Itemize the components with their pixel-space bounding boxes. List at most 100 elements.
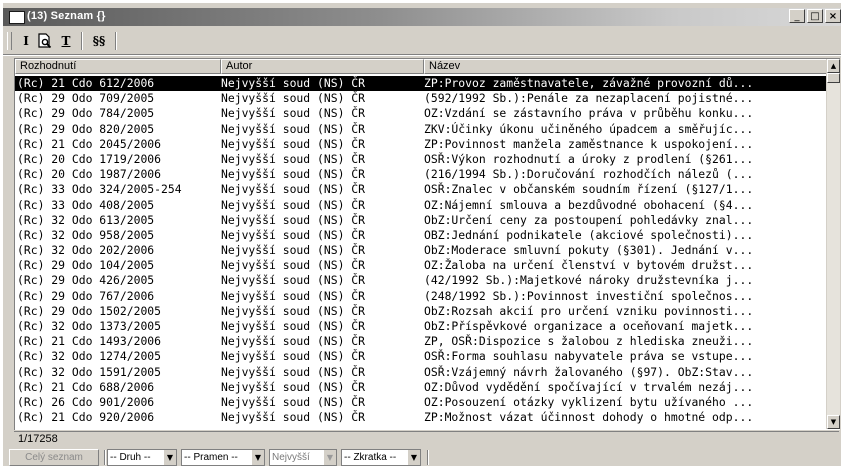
table-row[interactable]: (Rc) 32 Odo 1591/2005 Nejvyšší soud (NS) … <box>15 365 827 380</box>
cell-autor: Nejvyšší soud (NS) ČR <box>221 197 366 212</box>
toolbar-separator <box>81 32 83 50</box>
cell-rozhodnuti: (Rc) 32 Odo 202/2006 <box>17 243 155 258</box>
cell-nazev: ObZ:Rozsah akcií pro určení vzniku povin… <box>424 303 754 318</box>
table-row[interactable]: (Rc) 33 Odo 408/2005 Nejvyšší soud (NS) Č… <box>15 198 827 213</box>
table-row[interactable]: (Rc) 32 Odo 1274/2005 Nejvyšší soud (NS) … <box>15 349 827 364</box>
cell-rozhodnuti: (Rc) 33 Odo 324/2005-254 <box>17 182 182 197</box>
table-row[interactable]: (Rc) 29 Odo 1502/2005 Nejvyšší soud (NS) … <box>15 304 827 319</box>
cell-autor: Nejvyšší soud (NS) ČR <box>221 151 366 166</box>
decision-list[interactable]: Rozhodnutí Autor Název (Rc) 21 Cdo 612/2… <box>14 58 840 430</box>
table-row[interactable]: (Rc) 29 Odo 426/2005 Nejvyšší soud (NS) Č… <box>15 273 827 288</box>
chevron-down-icon[interactable]: ▼ <box>323 450 336 465</box>
cell-nazev: OZ:Posouzení otázky vyklizení bytu užíva… <box>424 394 754 409</box>
scroll-down-icon[interactable]: ▼ <box>827 415 840 429</box>
column-header-autor[interactable]: Autor <box>221 59 424 74</box>
minimize-button[interactable]: _ <box>789 9 805 23</box>
cell-rozhodnuti: (Rc) 21 Cdo 688/2006 <box>17 379 155 394</box>
info-tool-button[interactable]: I <box>17 32 35 50</box>
table-row[interactable]: (Rc) 29 Odo 709/2005 Nejvyšší soud (NS) Č… <box>15 91 827 106</box>
cell-rozhodnuti: (Rc) 32 Odo 1591/2005 <box>17 364 162 379</box>
chevron-down-icon[interactable]: ▼ <box>251 450 264 465</box>
author-select-value: Nejvyšší <box>272 452 310 463</box>
cell-autor: Nejvyšší soud (NS) ČR <box>221 136 366 151</box>
record-count: 1/17258 <box>14 431 839 445</box>
cell-rozhodnuti: (Rc) 29 Odo 426/2005 <box>17 273 155 288</box>
table-row[interactable]: (Rc) 29 Odo 784/2005 Nejvyšší soud (NS) Č… <box>15 106 827 121</box>
cell-rozhodnuti: (Rc) 29 Odo 767/2006 <box>17 288 155 303</box>
window-icon <box>9 11 25 24</box>
cell-nazev: OSŘ:Znalec v občanském soudním řízení (§… <box>424 182 754 197</box>
cell-nazev: ZP, OSŘ:Dispozice s žalobou z hlediska z… <box>424 334 754 349</box>
text-tool-button[interactable]: T <box>57 32 75 50</box>
cell-rozhodnuti: (Rc) 21 Cdo 2045/2006 <box>17 136 162 151</box>
table-row[interactable]: (Rc) 20 Cdo 1719/2006 Nejvyšší soud (NS) … <box>15 152 827 167</box>
toolbar-divider <box>3 54 841 56</box>
table-row[interactable]: (Rc) 21 Cdo 612/2006 Nejvyšší soud (NS) Č… <box>15 76 827 92</box>
cell-nazev: OBZ:Jednání podnikatele (akciové společn… <box>424 227 754 242</box>
table-row[interactable]: (Rc) 32 Odo 958/2005 Nejvyšší soud (NS) Č… <box>15 228 827 243</box>
cell-rozhodnuti: (Rc) 21 Cdo 612/2006 <box>17 76 155 90</box>
table-row[interactable]: (Rc) 20 Cdo 1987/2006 Nejvyšší soud (NS) … <box>15 167 827 182</box>
cell-rozhodnuti: (Rc) 21 Cdo 920/2006 <box>17 410 155 425</box>
cell-rozhodnuti: (Rc) 32 Odo 613/2005 <box>17 212 155 227</box>
table-row[interactable]: (Rc) 32 Odo 1373/2005 Nejvyšší soud (NS) … <box>15 319 827 334</box>
cell-autor: Nejvyšší soud (NS) ČR <box>221 212 366 227</box>
title-bar[interactable]: (13) Seznam {} _ □ × <box>3 8 841 26</box>
cell-nazev: OZ:Vzdání se zástavního práva v průběhu … <box>424 106 754 121</box>
table-row[interactable]: (Rc) 32 Odo 202/2006 Nejvyšší soud (NS) Č… <box>15 243 827 258</box>
cell-autor: Nejvyšší soud (NS) ČR <box>221 273 366 288</box>
table-row[interactable]: (Rc) 21 Cdo 1493/2006 Nejvyšší soud (NS) … <box>15 334 827 349</box>
cell-nazev: OZ:Nájemní smlouva a bezdůvodné obohacen… <box>424 197 754 212</box>
zkratka-select-value: -- Zkratka -- <box>344 452 397 463</box>
table-row[interactable]: (Rc) 33 Odo 324/2005-254 Nejvyšší soud (N… <box>15 182 827 197</box>
cell-nazev: ObZ:Příspěvkové organizace a oceňovaní m… <box>424 319 754 333</box>
cell-nazev: OZ:Důvod vydědění spočívající v trvalém … <box>424 379 754 394</box>
cell-rozhodnuti: (Rc) 32 Odo 1373/2005 <box>17 319 162 333</box>
cell-nazev: ObZ:Určení ceny za postoupení pohledávky… <box>424 212 754 227</box>
chevron-down-icon[interactable]: ▼ <box>163 450 176 465</box>
cell-rozhodnuti: (Rc) 21 Cdo 1493/2006 <box>17 334 162 349</box>
pramen-select[interactable]: -- Pramen -- ▼ <box>181 449 265 466</box>
search-document-icon[interactable] <box>36 32 54 50</box>
cell-autor: Nejvyšší soud (NS) ČR <box>221 121 366 136</box>
cell-nazev: ZP:Provoz zaměstnavatele, závažné provoz… <box>424 76 754 90</box>
cell-autor: Nejvyšší soud (NS) ČR <box>221 379 366 394</box>
cell-rozhodnuti: (Rc) 33 Odo 408/2005 <box>17 197 155 212</box>
filter-grip <box>427 450 429 465</box>
cell-autor: Nejvyšší soud (NS) ČR <box>221 319 366 333</box>
toolbar-grip[interactable] <box>7 32 12 50</box>
scroll-up-icon[interactable]: ▲ <box>827 59 840 73</box>
column-header-rozhodnuti[interactable]: Rozhodnutí <box>15 59 221 74</box>
scroll-thumb[interactable] <box>827 73 840 83</box>
toolbar: I T §§ <box>7 29 837 53</box>
author-select[interactable]: Nejvyšší ▼ <box>269 449 337 466</box>
cell-rozhodnuti: (Rc) 29 Odo 784/2005 <box>17 106 155 121</box>
close-button[interactable]: × <box>825 9 841 23</box>
cell-nazev: ZP:Povinnost manžela zaměstnance k uspok… <box>424 136 754 151</box>
table-row[interactable]: (Rc) 29 Odo 767/2006 Nejvyšší soud (NS) Č… <box>15 289 827 304</box>
table-row[interactable]: (Rc) 21 Cdo 688/2006 Nejvyšší soud (NS) Č… <box>15 380 827 395</box>
vertical-scrollbar[interactable]: ▲ ▼ <box>826 59 840 429</box>
cell-nazev: (42/1992 Sb.):Majetkové nároky družstevn… <box>424 273 754 288</box>
druh-select[interactable]: -- Druh -- ▼ <box>107 449 177 466</box>
table-row[interactable]: (Rc) 29 Odo 104/2005 Nejvyšší soud (NS) Č… <box>15 258 827 273</box>
cell-rozhodnuti: (Rc) 20 Cdo 1719/2006 <box>17 151 162 166</box>
table-row[interactable]: (Rc) 29 Odo 820/2005 Nejvyšší soud (NS) Č… <box>15 122 827 137</box>
zkratka-select[interactable]: -- Zkratka -- ▼ <box>341 449 421 466</box>
table-row[interactable]: (Rc) 26 Cdo 901/2006 Nejvyšší soud (NS) Č… <box>15 395 827 410</box>
paragraphs-tool-button[interactable]: §§ <box>88 32 110 50</box>
cell-autor: Nejvyšší soud (NS) ČR <box>221 167 366 182</box>
table-row[interactable]: (Rc) 21 Cdo 920/2006 Nejvyšší soud (NS) Č… <box>15 410 827 425</box>
all-list-button[interactable]: Celý seznam <box>9 449 99 466</box>
maximize-button[interactable]: □ <box>807 9 823 23</box>
table-row[interactable]: (Rc) 21 Cdo 2045/2006 Nejvyšší soud (NS) … <box>15 137 827 152</box>
cell-rozhodnuti: (Rc) 29 Odo 1502/2005 <box>17 303 162 318</box>
cell-nazev: OZ:Žaloba na určení členství v bytovém d… <box>424 258 754 273</box>
column-header-nazev[interactable]: Název <box>424 59 827 74</box>
cell-autor: Nejvyšší soud (NS) ČR <box>221 410 366 425</box>
toolbar-separator <box>115 32 117 50</box>
cell-autor: Nejvyšší soud (NS) ČR <box>221 349 366 364</box>
window-controls: _ □ × <box>789 9 841 23</box>
table-row[interactable]: (Rc) 32 Odo 613/2005 Nejvyšší soud (NS) Č… <box>15 213 827 228</box>
chevron-down-icon[interactable]: ▼ <box>407 450 420 465</box>
